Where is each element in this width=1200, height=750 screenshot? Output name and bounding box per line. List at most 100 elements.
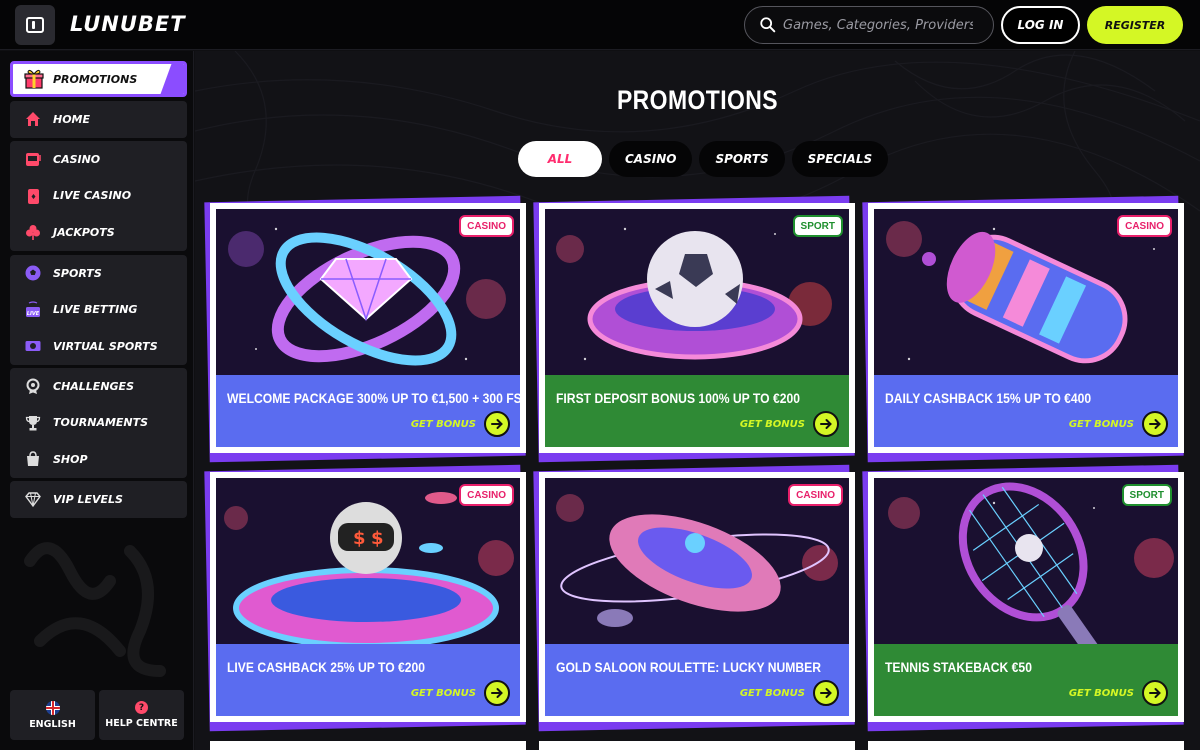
promo-card[interactable]: FIRST DEPOSIT BONUS 100% UP TO €200 GET … <box>539 203 855 453</box>
promo-card-partial[interactable] <box>210 741 526 750</box>
card-footer: DAILY CASHBACK 15% UP TO €400 GET BONUS <box>874 375 1178 447</box>
virtual-sports-icon <box>25 341 41 352</box>
sidebar-item-tournaments[interactable]: TOURNAMENTS <box>10 405 187 442</box>
card-footer: WELCOME PACKAGE 300% UP TO €1,500 + 300 … <box>216 375 520 447</box>
get-bonus-button[interactable]: GET BONUS <box>1069 680 1168 706</box>
home-icon <box>26 112 40 127</box>
svg-text:$: $ <box>371 528 384 549</box>
search-input[interactable] <box>783 17 973 33</box>
slot-machine-icon <box>26 153 41 167</box>
card-title: WELCOME PACKAGE 300% UP TO €1,500 + 300 … <box>227 391 520 406</box>
card-title: FIRST DEPOSIT BONUS 100% UP TO €200 <box>556 391 800 406</box>
search-icon <box>760 17 776 33</box>
sidebar: PROMOTIONS HOME CASINO LIVE CASINO JACKP… <box>0 51 194 750</box>
card-footer: TENNIS STAKEBACK €50 GET BONUS <box>874 644 1178 716</box>
category-tag: SPORT <box>1121 484 1172 506</box>
sidebar-item-shop[interactable]: SHOP <box>10 441 187 478</box>
card-footer: FIRST DEPOSIT BONUS 100% UP TO €200 GET … <box>545 375 849 447</box>
promo-card-partial[interactable] <box>539 741 855 750</box>
promo-card[interactable]: DAILY CASHBACK 15% UP TO €400 GET BONUS … <box>868 203 1184 453</box>
cta-label: GET BONUS <box>410 418 476 430</box>
category-tag: CASINO <box>459 215 514 237</box>
arrow-right-icon <box>1142 411 1168 437</box>
soccer-ball-icon <box>25 265 41 281</box>
tab-sports[interactable]: SPORTS <box>699 141 785 177</box>
logo[interactable]: LUNUBET <box>70 12 186 36</box>
tab-all[interactable]: ALL <box>518 141 602 177</box>
sidebar-item-label: LIVE BETTING <box>53 303 138 317</box>
category-tag: CASINO <box>788 484 843 506</box>
cards-icon <box>28 188 39 204</box>
language-label: ENGLISH <box>29 718 76 730</box>
promo-card[interactable]: GOLD SALOON ROULETTE: LUCKY NUMBER GET B… <box>539 472 855 722</box>
promotion-filter-tabs: ALL CASINO SPORTS SPECIALS <box>518 141 889 177</box>
sidebar-group-home: HOME <box>10 101 187 138</box>
card-title: DAILY CASHBACK 15% UP TO €400 <box>885 391 1092 406</box>
cta-label: GET BONUS <box>1068 418 1134 430</box>
gift-icon <box>24 69 44 89</box>
cta-label: GET BONUS <box>739 687 805 699</box>
sidebar-group-sports: SPORTS LIVE LIVE BETTING VIRTUAL SPORTS <box>10 255 187 365</box>
trophy-icon <box>25 415 41 431</box>
arrow-right-icon <box>1142 680 1168 706</box>
cta-label: GET BONUS <box>1068 687 1134 699</box>
language-button[interactable]: ENGLISH <box>10 690 95 740</box>
get-bonus-button[interactable]: GET BONUS <box>411 680 510 706</box>
decorative-brush-glyph <box>24 542 166 677</box>
get-bonus-button[interactable]: GET BONUS <box>411 411 510 437</box>
category-tag: SPORT <box>792 215 843 237</box>
clover-icon <box>26 225 40 241</box>
help-centre-button[interactable]: ? HELP CENTRE <box>99 690 184 740</box>
promo-card[interactable]: $ $ LIVE CASHBACK 25% UP TO €200 GET BON… <box>210 472 526 722</box>
tab-casino[interactable]: CASINO <box>609 141 693 177</box>
get-bonus-button[interactable]: GET BONUS <box>1069 411 1168 437</box>
sidebar-item-home[interactable]: HOME <box>10 101 187 138</box>
sidebar-item-live-casino[interactable]: LIVE CASINO <box>10 178 187 215</box>
sidebar-item-casino[interactable]: CASINO <box>10 141 187 178</box>
card-title: TENNIS STAKEBACK €50 <box>885 660 1032 675</box>
sidebar-item-sports[interactable]: SPORTS <box>10 255 187 292</box>
sidebar-item-challenges[interactable]: CHALLENGES <box>10 368 187 405</box>
sidebar-toggle-button[interactable] <box>15 5 55 45</box>
card-footer: GOLD SALOON ROULETTE: LUCKY NUMBER GET B… <box>545 644 849 716</box>
promo-card-partial[interactable] <box>868 741 1184 750</box>
category-tag: CASINO <box>1117 215 1172 237</box>
sidebar-item-label: LIVE CASINO <box>53 189 132 203</box>
sidebar-group-rewards: CHALLENGES TOURNAMENTS SHOP <box>10 368 187 478</box>
sidebar-item-label: VIP LEVELS <box>53 492 123 506</box>
sidebar-item-label: CASINO <box>53 152 101 166</box>
page-title: PROMOTIONS <box>616 85 779 115</box>
arrow-right-icon <box>813 411 839 437</box>
category-tag: CASINO <box>459 484 514 506</box>
arrow-right-icon <box>484 411 510 437</box>
sidebar-group-casino: CASINO LIVE CASINO JACKPOTS <box>10 141 187 251</box>
diamond-icon <box>25 492 41 508</box>
search-bar[interactable] <box>744 6 994 44</box>
sidebar-item-label: HOME <box>53 112 91 126</box>
shopping-bag-icon <box>27 451 39 467</box>
promo-card[interactable]: WELCOME PACKAGE 300% UP TO €1,500 + 300 … <box>210 203 526 453</box>
tab-specials[interactable]: SPECIALS <box>791 141 889 177</box>
sidebar-item-jackpots[interactable]: JACKPOTS <box>10 214 187 251</box>
live-tv-icon: LIVE <box>26 301 40 317</box>
sidebar-item-label: TOURNAMENTS <box>53 416 149 430</box>
get-bonus-button[interactable]: GET BONUS <box>740 411 839 437</box>
register-button[interactable]: REGISTER <box>1087 6 1183 44</box>
get-bonus-button[interactable]: GET BONUS <box>740 680 839 706</box>
sidebar-item-promotions[interactable]: PROMOTIONS <box>10 61 187 97</box>
help-icon: ? <box>135 701 148 714</box>
sidebar-footer: ENGLISH ? HELP CENTRE <box>10 690 184 740</box>
sidebar-item-live-betting[interactable]: LIVE LIVE BETTING <box>10 292 187 329</box>
cta-label: GET BONUS <box>739 418 805 430</box>
login-button[interactable]: LOG IN <box>1001 6 1080 44</box>
sidebar-toggle-icon <box>26 17 44 33</box>
arrow-right-icon <box>484 680 510 706</box>
sidebar-item-virtual-sports[interactable]: VIRTUAL SPORTS <box>10 328 187 365</box>
help-label: HELP CENTRE <box>105 718 178 729</box>
svg-text:$: $ <box>353 528 366 549</box>
sidebar-item-label: PROMOTIONS <box>53 72 138 86</box>
promo-card[interactable]: TENNIS STAKEBACK €50 GET BONUS SPORT <box>868 472 1184 722</box>
sidebar-item-vip-levels[interactable]: VIP LEVELS <box>10 481 187 518</box>
main-content: PROMOTIONS ALL CASINO SPORTS SPECIALS WE… <box>195 51 1200 750</box>
card-title: LIVE CASHBACK 25% UP TO €200 <box>227 660 426 675</box>
